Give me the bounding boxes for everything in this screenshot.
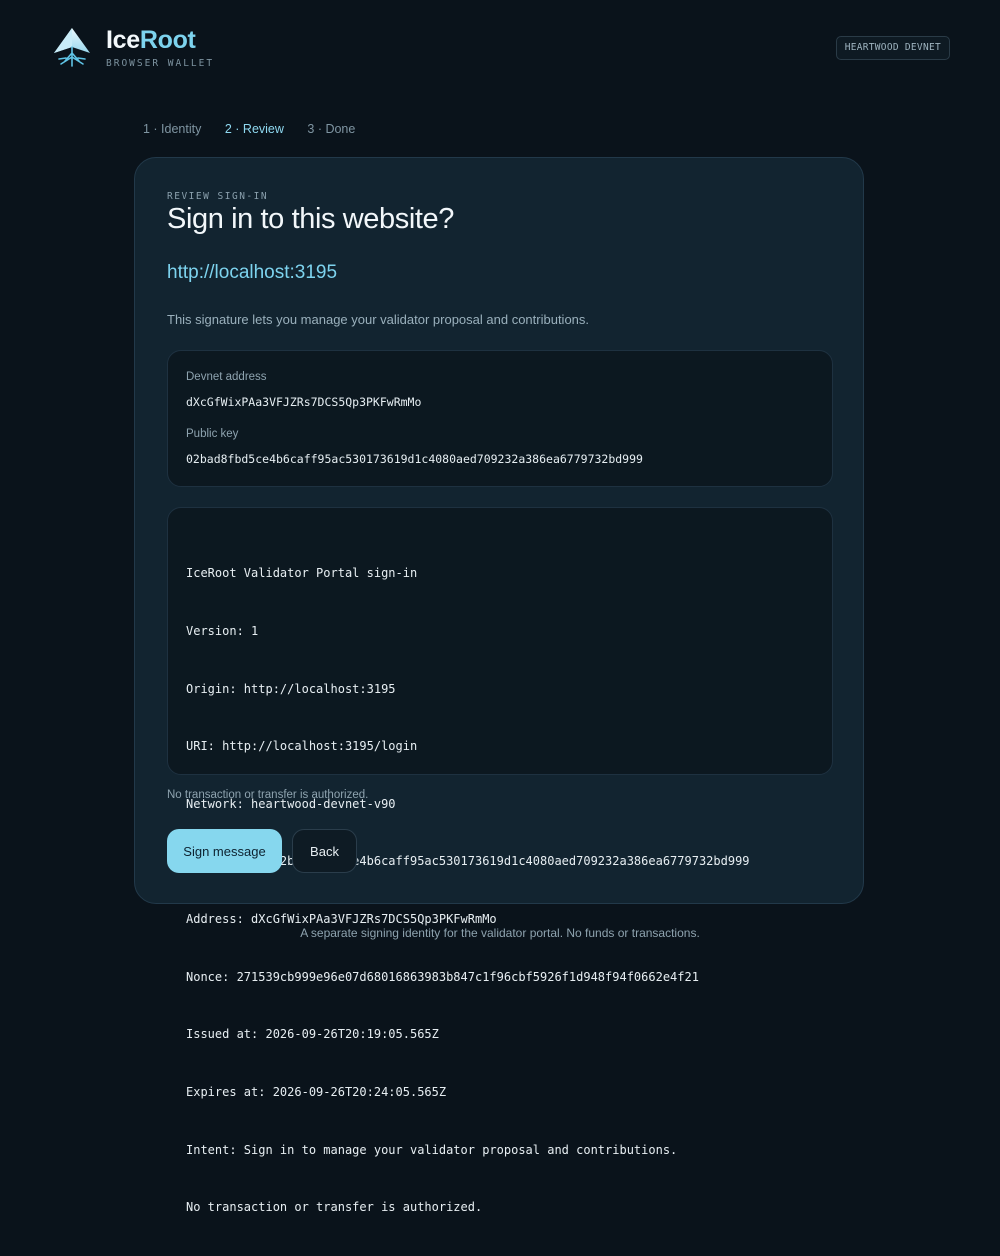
card-description: This signature lets you manage your vali… <box>167 312 590 327</box>
public-key-label: Public key <box>186 428 239 440</box>
address-label: Devnet address <box>186 371 267 383</box>
identity-panel: Devnet address dXcGfWixPAa3VFJZRs7DCS5Qp… <box>167 350 833 487</box>
brand-name-part-root: Root <box>139 26 196 54</box>
brand-name-part-ice: Ice <box>106 26 140 54</box>
step-done: 3 · Done <box>307 122 356 136</box>
address-value: dXcGfWixPAa3VFJZRs7DCS5Qp3PKFwRmMo <box>186 395 422 409</box>
authorization-note: No transaction or transfer is authorized… <box>167 789 369 801</box>
message-line: IceRoot Validator Portal sign-in <box>186 566 418 581</box>
page-title: Sign in to this website? <box>167 203 455 235</box>
brand: IceRoot BROWSER WALLET <box>106 26 214 69</box>
message-line: Expires at: 2026-09-26T20:24:05.565Z <box>186 1084 447 1099</box>
back-button[interactable]: Back <box>292 829 357 873</box>
step-identity: 1 · Identity <box>143 122 202 136</box>
step-review: 2 · Review <box>224 122 284 136</box>
public-key-value: 02bad8fbd5ce4b6caff95ac530173619d1c4080a… <box>186 452 643 466</box>
sign-message-button[interactable]: Sign message <box>167 829 282 873</box>
network-badge: HEARTWOOD DEVNET <box>835 36 950 60</box>
message-line: Origin: http://localhost:3195 <box>186 681 396 696</box>
step-indicator: 1 · Identity 2 · Review 3 · Done <box>143 122 375 136</box>
iceroot-logo-icon <box>54 28 90 67</box>
sign-message-panel: IceRoot Validator Portal sign-in Version… <box>167 507 833 1214</box>
message-line: URI: http://localhost:3195/login <box>186 739 418 754</box>
card-eyebrow: REVIEW SIGN-IN <box>167 191 269 202</box>
message-line: Nonce: 271539cb999e96e07d68016863983b847… <box>186 969 699 984</box>
sign-in-review-card: REVIEW SIGN-IN Sign in to this website? … <box>134 157 864 1214</box>
message-line: No transaction or transfer is authorized… <box>186 1200 483 1215</box>
message-line: Intent: Sign in to manage your validator… <box>186 1142 678 1157</box>
footer-note: A separate signing identity for the vali… <box>300 926 700 940</box>
app-header: IceRoot BROWSER WALLET HEARTWOOD DEVNET <box>0 0 1000 90</box>
brand-subtitle: BROWSER WALLET <box>106 58 215 69</box>
message-line: Version: 1 <box>186 624 259 639</box>
message-line: Issued at: 2026-09-26T20:19:05.565Z <box>186 1027 439 1042</box>
sign-message-text: IceRoot Validator Portal sign-in Version… <box>186 526 750 1256</box>
brand-name: IceRoot <box>106 26 214 54</box>
site-origin-link[interactable]: http://localhost:3195 <box>167 262 337 284</box>
